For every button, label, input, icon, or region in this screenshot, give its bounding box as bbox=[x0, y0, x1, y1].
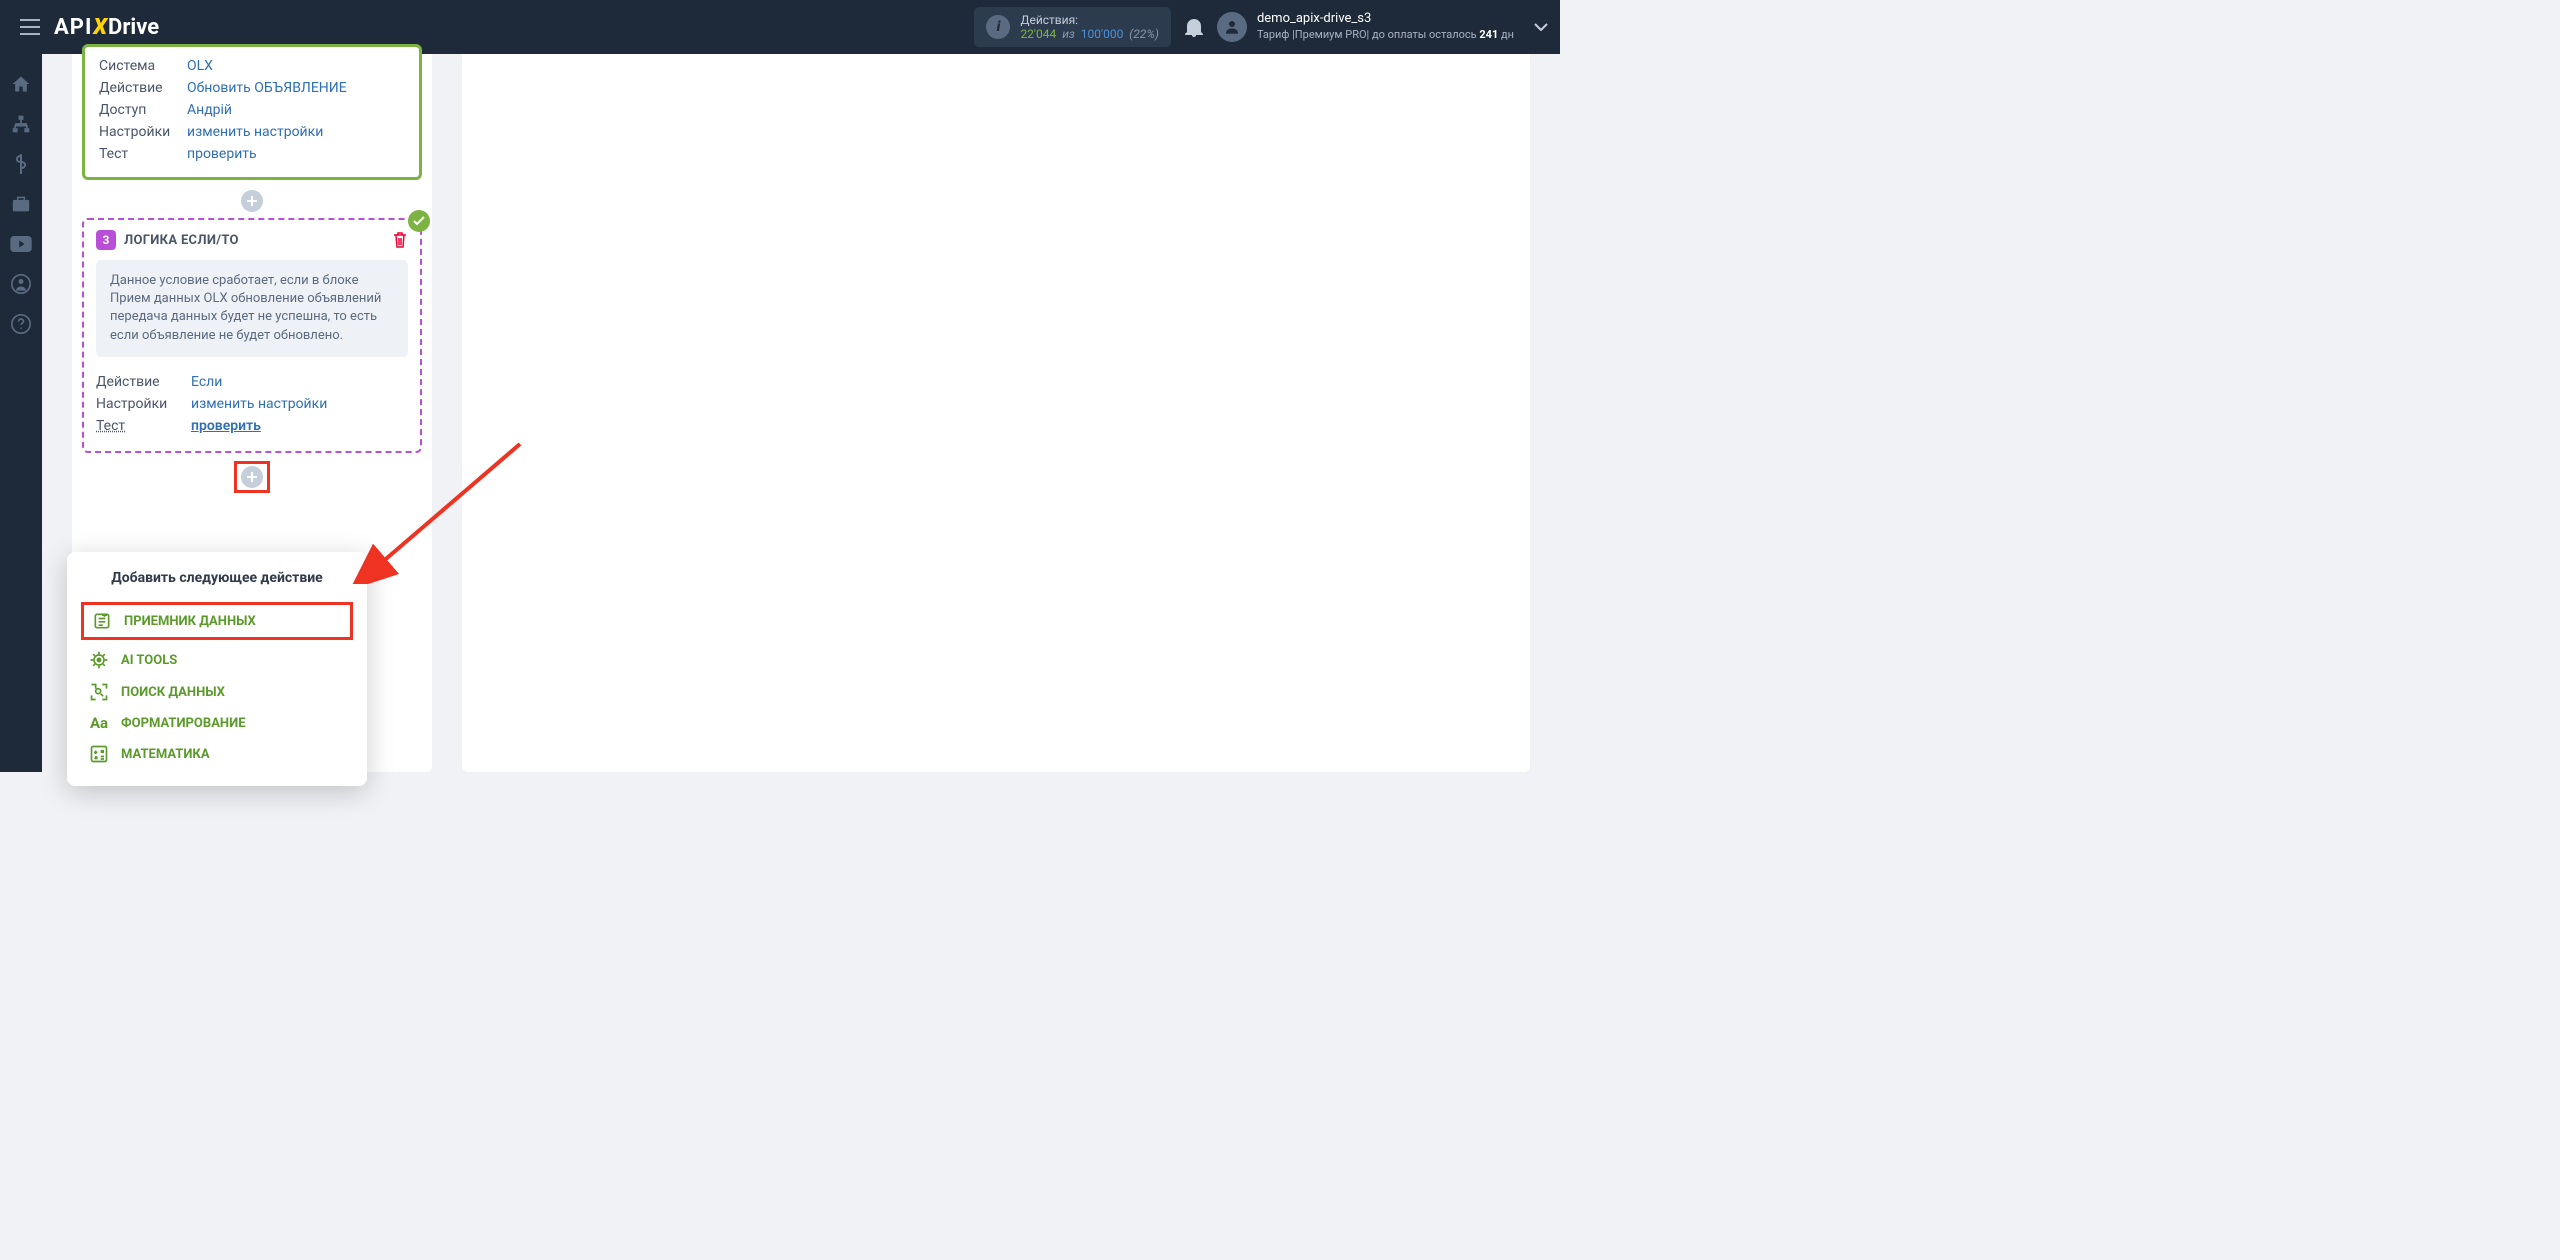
actions-counter[interactable]: i Действия: 22'044 из 100'000 (22%) bbox=[974, 7, 1171, 47]
receiver-block: СистемаOLX ДействиеОбновить ОБЪЯВЛЕНИЕ Д… bbox=[82, 44, 422, 180]
logic-settings-link[interactable]: изменить настройки bbox=[191, 396, 327, 412]
success-badge-icon bbox=[408, 210, 430, 232]
user-menu[interactable]: demo_apix-drive_s3 Тариф |Премиум PRO| д… bbox=[1217, 11, 1548, 42]
access-value[interactable]: Андрій bbox=[187, 102, 232, 118]
popover-item-search[interactable]: ПОИСК ДАННЫХ bbox=[85, 676, 349, 708]
sidebar-billing-icon[interactable] bbox=[0, 144, 42, 184]
format-icon: Aa bbox=[89, 714, 109, 732]
popover-item-math[interactable]: МАТЕМАТИКА bbox=[85, 738, 349, 770]
math-icon bbox=[89, 744, 109, 764]
system-value[interactable]: OLX bbox=[187, 58, 213, 74]
settings-link[interactable]: изменить настройки bbox=[187, 124, 323, 140]
logic-action-link[interactable]: Если bbox=[191, 374, 222, 390]
chevron-down-icon bbox=[1534, 23, 1548, 31]
sidebar-profile-icon[interactable] bbox=[0, 264, 42, 304]
logic-title: ЛОГИКА ЕСЛИ/ТО bbox=[124, 233, 239, 248]
step-number-badge: 3 bbox=[96, 230, 116, 250]
receiver-icon bbox=[92, 611, 112, 631]
ai-icon bbox=[89, 650, 109, 670]
test-link[interactable]: проверить bbox=[187, 146, 257, 162]
sidebar-video-icon[interactable] bbox=[0, 224, 42, 264]
info-icon: i bbox=[986, 15, 1010, 39]
sidebar bbox=[0, 54, 42, 772]
logic-test-link[interactable]: проверить bbox=[191, 418, 261, 434]
hamburger-menu-icon[interactable] bbox=[12, 11, 48, 43]
sidebar-home-icon[interactable] bbox=[0, 64, 42, 104]
logo[interactable]: APIXDrive bbox=[54, 15, 159, 40]
notifications-icon[interactable] bbox=[1185, 17, 1203, 37]
add-step-button[interactable] bbox=[241, 190, 263, 212]
popover-item-ai-tools[interactable]: AI TOOLS bbox=[85, 644, 349, 676]
avatar-icon bbox=[1217, 12, 1247, 42]
logic-description: Данное условие сработает, если в блоке П… bbox=[96, 260, 408, 357]
add-step-button-highlighted bbox=[234, 461, 270, 493]
search-data-icon bbox=[89, 682, 109, 702]
add-step-button-2[interactable] bbox=[241, 466, 263, 488]
sidebar-briefcase-icon[interactable] bbox=[0, 184, 42, 224]
workflow-column: СистемаOLX ДействиеОбновить ОБЪЯВЛЕНИЕ Д… bbox=[72, 54, 432, 772]
main-content: СистемаOLX ДействиеОбновить ОБЪЯВЛЕНИЕ Д… bbox=[42, 54, 1560, 772]
user-name: demo_apix-drive_s3 bbox=[1257, 11, 1514, 28]
user-plan: Тариф |Премиум PRO| до оплаты осталось 2… bbox=[1257, 28, 1514, 42]
popover-item-receiver[interactable]: ПРИЕМНИК ДАННЫХ bbox=[81, 602, 353, 640]
add-action-popover: Добавить следующее действие ПРИЕМНИК ДАН… bbox=[67, 552, 367, 786]
sidebar-connections-icon[interactable] bbox=[0, 104, 42, 144]
delete-icon[interactable] bbox=[392, 231, 408, 249]
sidebar-help-icon[interactable] bbox=[0, 304, 42, 344]
details-panel bbox=[462, 54, 1530, 772]
logic-block: 3 ЛОГИКА ЕСЛИ/ТО Данное условие сработае… bbox=[82, 218, 422, 453]
popover-title: Добавить следующее действие bbox=[85, 570, 349, 586]
actions-label: Действия: bbox=[1020, 13, 1159, 27]
action-value[interactable]: Обновить ОБЪЯВЛЕНИЕ bbox=[187, 80, 347, 96]
popover-item-format[interactable]: Aa ФОРМАТИРОВАНИЕ bbox=[85, 708, 349, 738]
